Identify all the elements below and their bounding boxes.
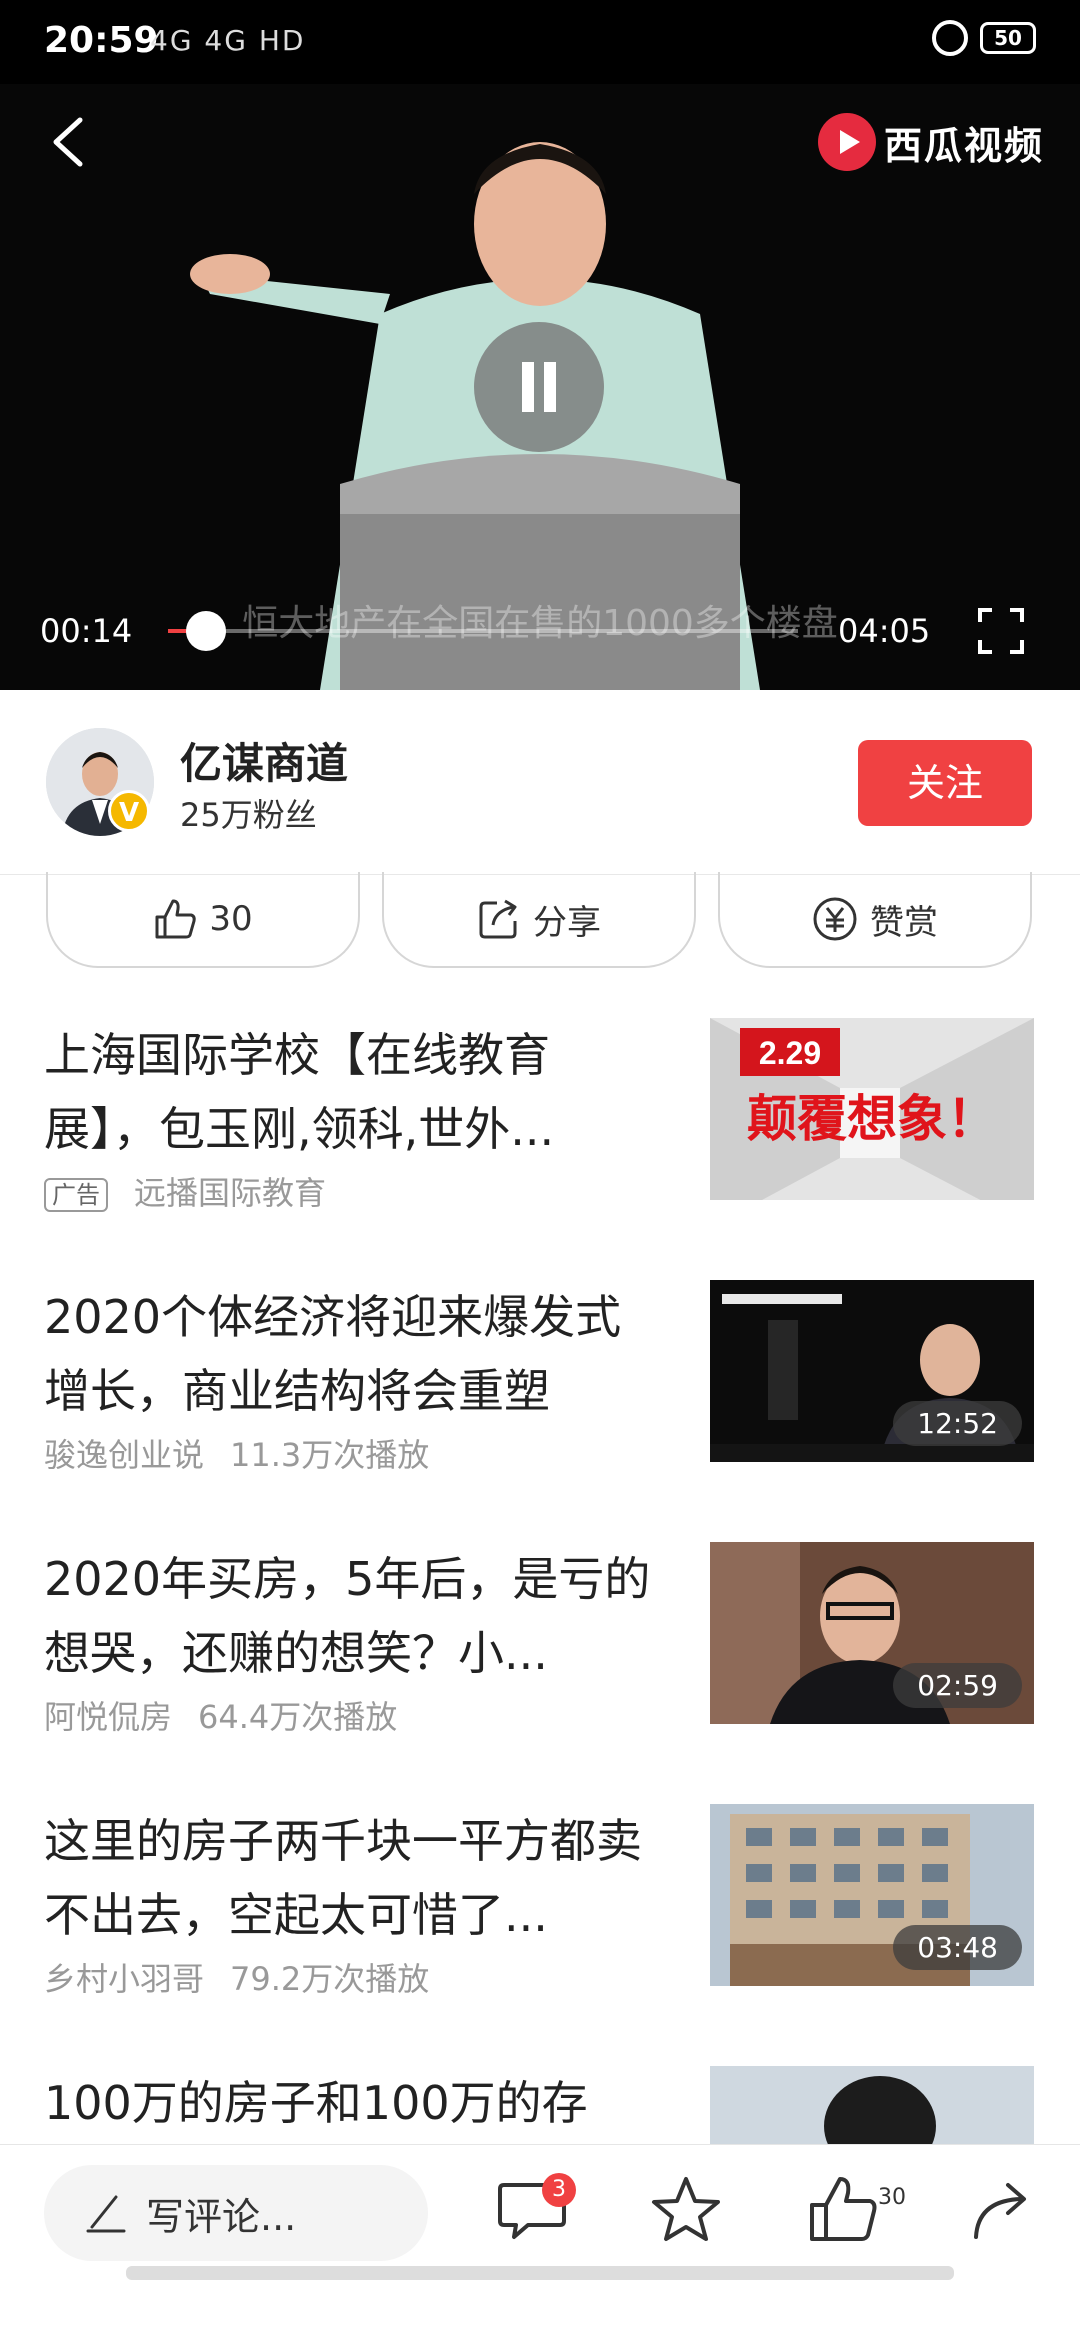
- brand-name: 西瓜视频: [883, 123, 1044, 168]
- comment-input[interactable]: 写评论...: [44, 2165, 428, 2261]
- duration-badge: 02:59: [893, 1663, 1022, 1708]
- author-row: V 亿谋商道 25万粉丝 关注: [0, 690, 1080, 875]
- duration-time: 04:05: [838, 612, 931, 650]
- thumbs-up-icon: [155, 899, 197, 939]
- thumbnail: 12:52: [710, 1280, 1034, 1462]
- feed-title: 2020年买房，5年后，是亏的想哭，还赚的想笑？小...: [44, 1552, 651, 1680]
- like-pill-button[interactable]: 30: [46, 872, 360, 968]
- pause-button[interactable]: [474, 322, 604, 452]
- thumbnail: 2.29 颠覆想象！: [710, 1018, 1034, 1200]
- star-icon[interactable]: [648, 2171, 724, 2247]
- like-count: 30: [209, 899, 253, 939]
- network-indicator: 4G 4G HD: [150, 24, 306, 57]
- feed-source: 远播国际教育: [134, 1174, 327, 1212]
- feed-meta: 广告 远播国际教育: [44, 1168, 352, 1214]
- status-bar: 20:59 4G 4G HD 50: [0, 0, 1080, 84]
- list-item[interactable]: 2020个体经济将迎来爆发式增长，商业结构将会重塑 骏逸创业说 11.3万次播放 …: [0, 1280, 1080, 1542]
- status-time: 20:59: [44, 20, 159, 61]
- feed-title: 100万的房子和100万的存: [44, 2076, 588, 2130]
- feed-source: 阿悦侃房: [44, 1698, 173, 1736]
- battery-icon: 50: [980, 22, 1036, 54]
- video-player[interactable]: 西瓜视频 恒大地产在全国在售的1000多个楼盘 00:14 04:05: [0, 84, 1080, 690]
- thumb-badge-text: 2.29: [759, 1035, 821, 1071]
- author-fans: 25万粉丝: [180, 796, 317, 834]
- feed-views: 11.3万次播放: [230, 1436, 430, 1474]
- comment-placeholder: 写评论...: [146, 2194, 297, 2239]
- feed-source: 乡村小羽哥: [44, 1960, 205, 1998]
- video-subtitle: 恒大地产在全国在售的1000多个楼盘: [242, 603, 838, 644]
- back-icon[interactable]: [40, 112, 100, 172]
- feed-title: 这里的房子两千块一平方都卖不出去，空起太可惜了...: [44, 1814, 642, 1942]
- duration-badge: 12:52: [893, 1401, 1022, 1446]
- feed-meta: 阿悦侃房 64.4万次播放: [44, 1692, 423, 1738]
- current-time: 00:14: [40, 612, 133, 650]
- feed-title: 上海国际学校【在线教育展】，包玉刚,领科,世外...: [44, 1028, 555, 1156]
- brand-logo: 西瓜视频: [817, 112, 1044, 172]
- share-icon: [479, 899, 517, 939]
- pen-icon: [86, 2195, 126, 2233]
- list-item[interactable]: 2020年买房，5年后，是亏的想哭，还赚的想笑？小... 阿悦侃房 64.4万次播…: [0, 1542, 1080, 1804]
- thumbnail: 02:59: [710, 1542, 1034, 1724]
- follow-button[interactable]: 关注: [858, 740, 1032, 826]
- author-name[interactable]: 亿谋商道: [180, 730, 348, 791]
- yen-coin-icon: [813, 897, 857, 941]
- list-item[interactable]: 上海国际学校【在线教育展】，包玉刚,领科,世外... 广告 远播国际教育 2.29…: [0, 1018, 1080, 1280]
- progress-knob[interactable]: [185, 611, 226, 651]
- feed-source: 骏逸创业说: [44, 1436, 205, 1474]
- home-indicator: [126, 2266, 954, 2280]
- feed-title: 2020个体经济将迎来爆发式增长，商业结构将会重塑: [44, 1290, 622, 1418]
- thumbs-up-icon[interactable]: [806, 2171, 882, 2247]
- reward-pill-button[interactable]: 赞赏: [718, 872, 1032, 968]
- share-label: 分享: [533, 902, 601, 943]
- duration-badge: 03:48: [893, 1925, 1022, 1970]
- like-count: 30: [878, 2185, 906, 2210]
- feed-meta: 乡村小羽哥 79.2万次播放: [44, 1954, 455, 2000]
- comment-count-badge: 3: [542, 2173, 576, 2207]
- reward-label: 赞赏: [870, 902, 938, 943]
- verified-badge: V: [108, 790, 150, 832]
- play-icon: [817, 113, 876, 171]
- share-pill-button[interactable]: 分享: [382, 872, 696, 968]
- ad-tag: 广告: [44, 1178, 108, 1212]
- thumbnail: 03:48: [710, 1804, 1034, 1986]
- feed-views: 64.4万次播放: [198, 1698, 398, 1736]
- list-item[interactable]: 这里的房子两千块一平方都卖不出去，空起太可惜了... 乡村小羽哥 79.2万次播放…: [0, 1804, 1080, 2066]
- thumb-headline: 颠覆想象！: [747, 1090, 997, 1148]
- bottom-bar: 写评论... 3 30: [0, 2144, 1080, 2281]
- feed-meta: 骏逸创业说 11.3万次播放: [44, 1430, 455, 1476]
- alarm-icon: [932, 20, 968, 56]
- progress-bar[interactable]: [168, 611, 798, 651]
- fullscreen-icon[interactable]: [978, 608, 1024, 654]
- forward-icon[interactable]: [964, 2171, 1040, 2247]
- feed-views: 79.2万次播放: [230, 1960, 430, 1998]
